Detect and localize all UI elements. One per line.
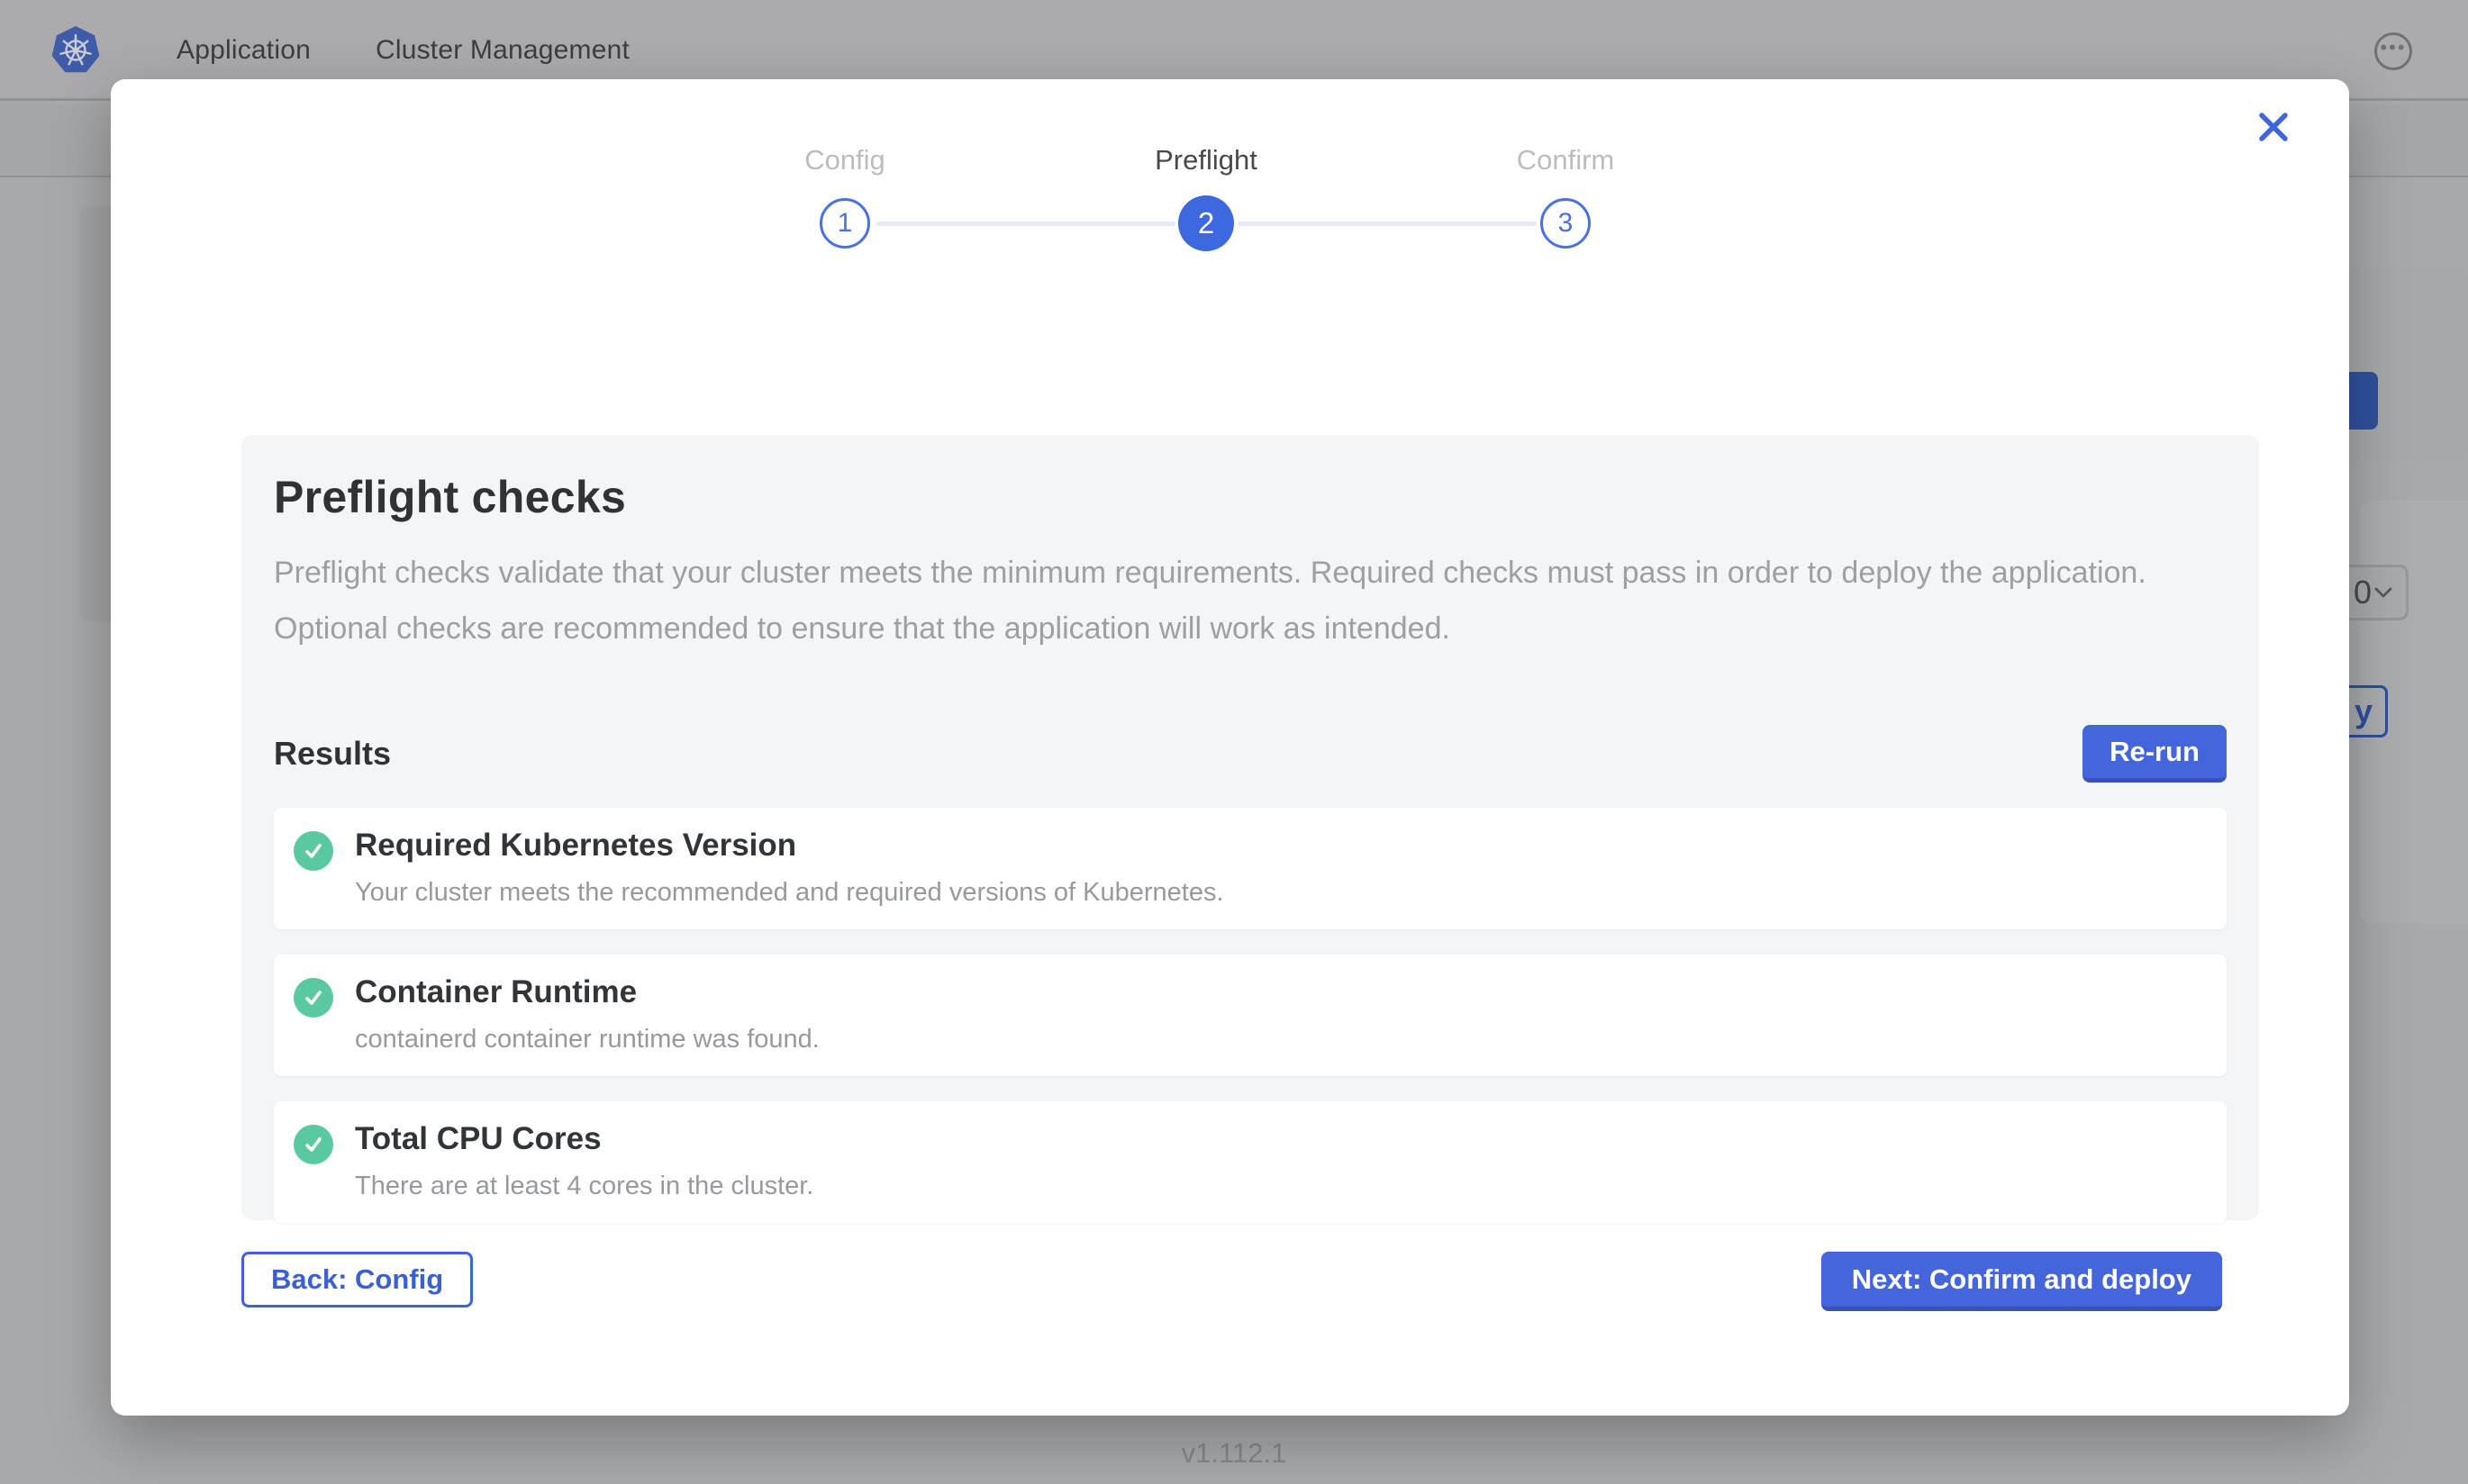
dimmed-partial-dropdown[interactable]: 0 <box>2340 565 2409 620</box>
step-label-confirm: Confirm <box>1385 144 1746 176</box>
check-title: Total CPU Cores <box>355 1121 813 1157</box>
partial-button-label: y <box>2355 692 2373 730</box>
step-circle-preflight[interactable]: 2 <box>1178 195 1234 251</box>
step-label-preflight: Preflight <box>1026 144 1386 176</box>
step-label-config: Config <box>665 144 1025 176</box>
nav-tab-cluster-management[interactable]: Cluster Management <box>376 35 630 66</box>
next-button[interactable]: Next: Confirm and deploy <box>1821 1252 2222 1311</box>
dropdown-value: 0 <box>2354 574 2372 611</box>
check-title: Container Runtime <box>355 974 820 1010</box>
check-title: Required Kubernetes Version <box>355 828 1224 864</box>
check-message: Your cluster meets the recommended and r… <box>355 878 1224 908</box>
step-circle-config[interactable]: 1 <box>820 198 870 249</box>
check-result-card: Container Runtime containerd container r… <box>274 955 2227 1076</box>
check-result-card: Total CPU Cores There are at least 4 cor… <box>274 1101 2227 1223</box>
panel-title: Preflight checks <box>274 471 2227 523</box>
ellipsis-icon: ••• <box>2380 38 2406 65</box>
check-pass-icon <box>294 831 333 871</box>
check-pass-icon <box>294 1125 333 1164</box>
chevron-down-icon <box>2373 586 2393 599</box>
kubernetes-logo-icon <box>51 26 100 75</box>
stepper: Config Preflight Confirm 1 2 3 <box>111 79 2349 349</box>
stepper-connector-1 <box>876 222 1175 226</box>
check-pass-icon <box>294 978 333 1018</box>
overflow-menu-button[interactable]: ••• <box>2374 32 2412 70</box>
rerun-button[interactable]: Re-run <box>2082 725 2227 783</box>
preflight-modal: Config Preflight Confirm 1 2 3 Preflight… <box>111 79 2349 1416</box>
stepper-connector-2 <box>1238 222 1537 226</box>
screen: { "nav": { "tabs": [ { "label": "Applica… <box>0 0 2468 1484</box>
back-button[interactable]: Back: Config <box>241 1252 473 1308</box>
nav-tab-application[interactable]: Application <box>177 35 311 66</box>
results-row: Results Re-run <box>274 725 2227 783</box>
results-heading: Results <box>274 735 391 773</box>
modal-footer: Back: Config Next: Confirm and deploy <box>241 1252 2222 1311</box>
check-result-card: Required Kubernetes Version Your cluster… <box>274 808 2227 929</box>
check-message: containerd container runtime was found. <box>355 1025 820 1054</box>
check-message: There are at least 4 cores in the cluste… <box>355 1172 813 1201</box>
app-version-label: v1.112.1 <box>0 1437 2468 1470</box>
panel-description: Preflight checks validate that your clus… <box>274 545 2219 656</box>
step-circle-confirm[interactable]: 3 <box>1540 198 1591 249</box>
preflight-panel: Preflight checks Preflight checks valida… <box>241 435 2259 1220</box>
